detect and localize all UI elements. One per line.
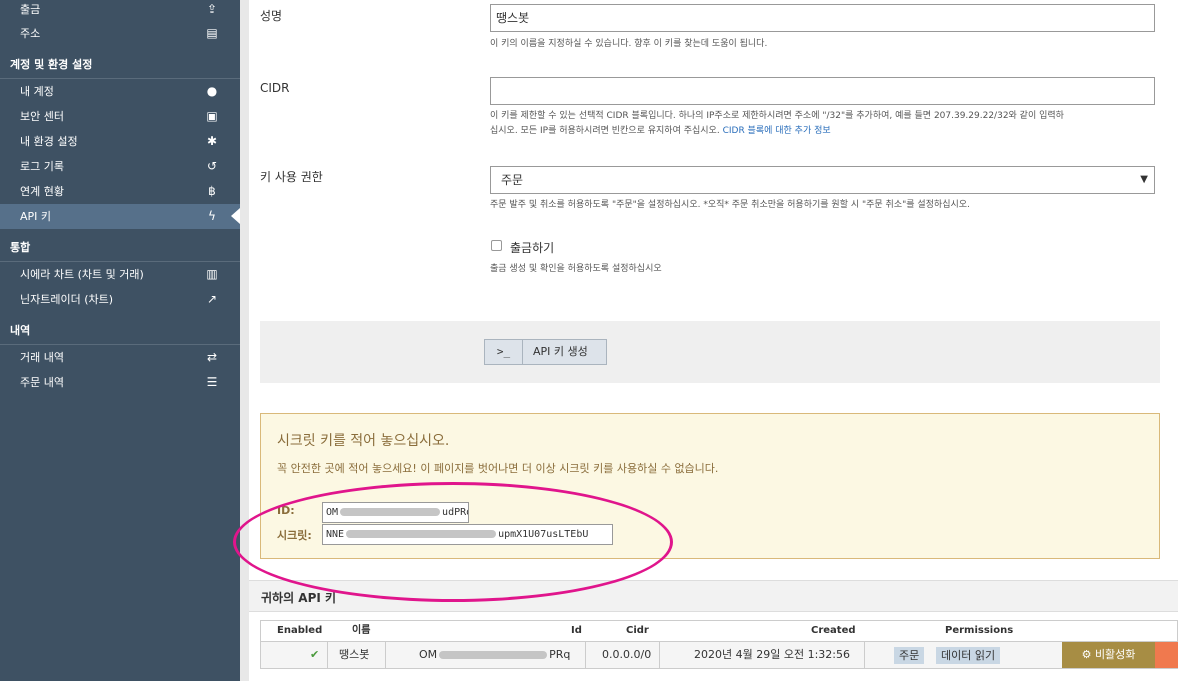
enabled-check-icon: ✔ xyxy=(310,648,320,661)
cidr-info-link[interactable]: CIDR 블록에 대한 추가 정보 xyxy=(723,126,831,136)
generate-panel: >_ API 키 생성 xyxy=(260,321,1160,383)
sidebar: 출금 ⇪ 주소 ▤ 계정 및 환경 설정 내 계정 ● 보안 센터 ▣ 내 환경… xyxy=(0,0,240,681)
sidebar-item-api-keys[interactable]: API 키 ϟ xyxy=(0,204,240,229)
highlight-ellipse xyxy=(233,482,673,602)
row-created: 2020년 4월 29일 오전 1:32:56 xyxy=(694,648,850,661)
cidr-label: CIDR xyxy=(260,81,290,95)
row-id-start: OM xyxy=(419,648,438,661)
secret-warning: 꼭 안전한 곳에 적어 놓으세요! 이 페이지를 벗어나면 더 이상 시크릿 키… xyxy=(277,462,719,475)
sidebar-item-label: 닌자트레이더 (차트) xyxy=(20,293,114,306)
table-row: ✔ 땡스봇 OM PRq 0.0.0.0/0 2020년 4월 29일 오전 1:… xyxy=(260,641,1178,669)
permission-badge-read: 데이터 읽기 xyxy=(936,647,1001,664)
cell-divider xyxy=(327,642,328,668)
sidebar-item-preferences[interactable]: 내 환경 설정 ✱ xyxy=(0,129,240,154)
cell-divider xyxy=(659,642,660,668)
col-name: 이름 xyxy=(352,625,371,636)
col-cidr: Cidr xyxy=(626,625,649,636)
cell-divider xyxy=(385,642,386,668)
sidebar-item-security[interactable]: 보안 센터 ▣ xyxy=(0,104,240,129)
col-enabled: Enabled xyxy=(277,625,323,636)
sidebar-item-affiliate[interactable]: 연계 현황 ฿ xyxy=(0,179,240,204)
sidebar-item-label: 내 환경 설정 xyxy=(20,135,78,148)
permission-help: 주문 발주 및 취소를 허용하도록 "주문"을 설정하십시오. *오직* 주문 … xyxy=(490,200,970,210)
caret-down-icon: ▼ xyxy=(1140,174,1148,185)
redaction-blur xyxy=(439,651,548,659)
deactivate-button[interactable]: ⚙ 비활성화 xyxy=(1062,642,1155,668)
sidebar-item-sierra-chart[interactable]: 시에라 차트 (차트 및 거래) ▥ xyxy=(0,262,240,287)
col-id: Id xyxy=(571,625,582,636)
withdraw-label: 출금하기 xyxy=(510,241,555,255)
sidebar-item-label: 주문 내역 xyxy=(20,376,64,389)
document-icon: ▤ xyxy=(206,26,218,40)
upload-icon: ⇪ xyxy=(206,2,218,16)
cidr-help-line-1: 이 키를 제한할 수 있는 선택적 CIDR 블록입니다. 하나의 IP주소로 … xyxy=(490,111,1064,121)
permission-select-value: 주문 xyxy=(501,173,524,187)
gear-icon: ✱ xyxy=(206,134,218,148)
lock-icon: ▣ xyxy=(206,109,218,123)
list-icon: ☰ xyxy=(206,375,218,389)
sidebar-item-label: 연계 현황 xyxy=(20,185,64,198)
sidebar-section-integration: 통합 xyxy=(0,234,240,262)
sidebar-divider xyxy=(240,0,249,681)
sidebar-item-label: 출금 xyxy=(20,3,41,16)
permission-select[interactable]: 주문 ▼ xyxy=(490,166,1155,194)
row-name: 땡스봇 xyxy=(339,648,370,661)
row-id-end: PRq xyxy=(549,648,571,661)
sidebar-section-account: 계정 및 환경 설정 xyxy=(0,51,240,79)
cidr-help-line-2: 십시오. 모든 IP를 허용하시려면 빈칸으로 유지하여 주십시오. CIDR … xyxy=(490,124,1160,139)
generate-button-label: API 키 생성 xyxy=(533,345,588,358)
sidebar-item-label: 보안 센터 xyxy=(20,110,64,123)
sidebar-item-address[interactable]: 주소 ▤ xyxy=(0,21,240,46)
sidebar-item-trade-history[interactable]: 거래 내역 ⇄ xyxy=(0,345,240,370)
api-keys-table-header: Enabled 이름 Id Cidr Created Permissions xyxy=(260,620,1178,641)
name-input[interactable]: 땡스봇 xyxy=(490,4,1155,32)
name-help: 이 키의 이름을 지정하실 수 있습니다. 향후 이 키를 찾는데 도움이 됩니… xyxy=(490,39,768,49)
sidebar-item-label: 로그 기록 xyxy=(20,160,64,173)
col-permissions: Permissions xyxy=(945,625,1014,636)
cidr-help: 이 키를 제한할 수 있는 선택적 CIDR 블록입니다. 하나의 IP주소로 … xyxy=(490,109,1160,139)
sidebar-item-label: 주소 xyxy=(20,27,41,40)
sidebar-item-label: 내 계정 xyxy=(20,85,54,98)
row-id: OM PRq xyxy=(419,642,570,668)
sidebar-item-ninjatrader[interactable]: 닌자트레이더 (차트) ↗ xyxy=(0,287,240,312)
user-icon: ● xyxy=(206,84,218,98)
transfer-icon: ⇄ xyxy=(206,350,218,364)
name-label: 성명 xyxy=(260,9,283,23)
delete-button[interactable] xyxy=(1155,642,1178,668)
row-cidr: 0.0.0.0/0 xyxy=(602,648,652,661)
sidebar-item-label: API 키 xyxy=(20,210,52,223)
bolt-icon: ϟ xyxy=(208,209,216,223)
deactivate-label: 비활성화 xyxy=(1094,648,1136,661)
sidebar-item-withdraw[interactable]: 출금 ⇪ xyxy=(0,0,240,22)
permission-badge-order: 주문 xyxy=(894,647,925,664)
gear-icon: ⚙ xyxy=(1081,648,1092,661)
col-created: Created xyxy=(811,625,856,636)
history-icon: ↺ xyxy=(206,159,218,173)
cidr-help-text: 십시오. 모든 IP를 허용하시려면 빈칸으로 유지하여 주십시오. xyxy=(490,126,720,136)
cidr-input[interactable] xyxy=(490,77,1155,105)
api-keys-title: 귀하의 API 키 xyxy=(261,591,337,605)
sidebar-section-history: 내역 xyxy=(0,317,240,345)
withdraw-help: 출금 생성 및 확인을 허용하도록 설정하십시오 xyxy=(490,264,662,274)
sidebar-item-order-history[interactable]: 주문 내역 ☰ xyxy=(0,370,240,395)
cell-divider xyxy=(585,642,586,668)
sidebar-item-my-account[interactable]: 내 계정 ● xyxy=(0,79,240,104)
bar-chart-icon: ▥ xyxy=(206,267,218,281)
terminal-icon: >_ xyxy=(485,340,523,364)
line-chart-icon: ↗ xyxy=(206,292,218,306)
secret-title: 시크릿 키를 적어 놓으십시오. xyxy=(277,433,450,449)
generate-api-key-button[interactable]: >_ API 키 생성 xyxy=(484,339,607,365)
sidebar-item-label: 시에라 차트 (차트 및 거래) xyxy=(20,268,144,281)
cell-divider xyxy=(864,642,865,668)
permission-label: 키 사용 권한 xyxy=(260,170,323,184)
sidebar-item-log[interactable]: 로그 기록 ↺ xyxy=(0,154,240,179)
withdraw-checkbox[interactable] xyxy=(491,240,502,251)
bitcoin-icon: ฿ xyxy=(208,184,216,198)
sidebar-item-label: 거래 내역 xyxy=(20,351,64,364)
